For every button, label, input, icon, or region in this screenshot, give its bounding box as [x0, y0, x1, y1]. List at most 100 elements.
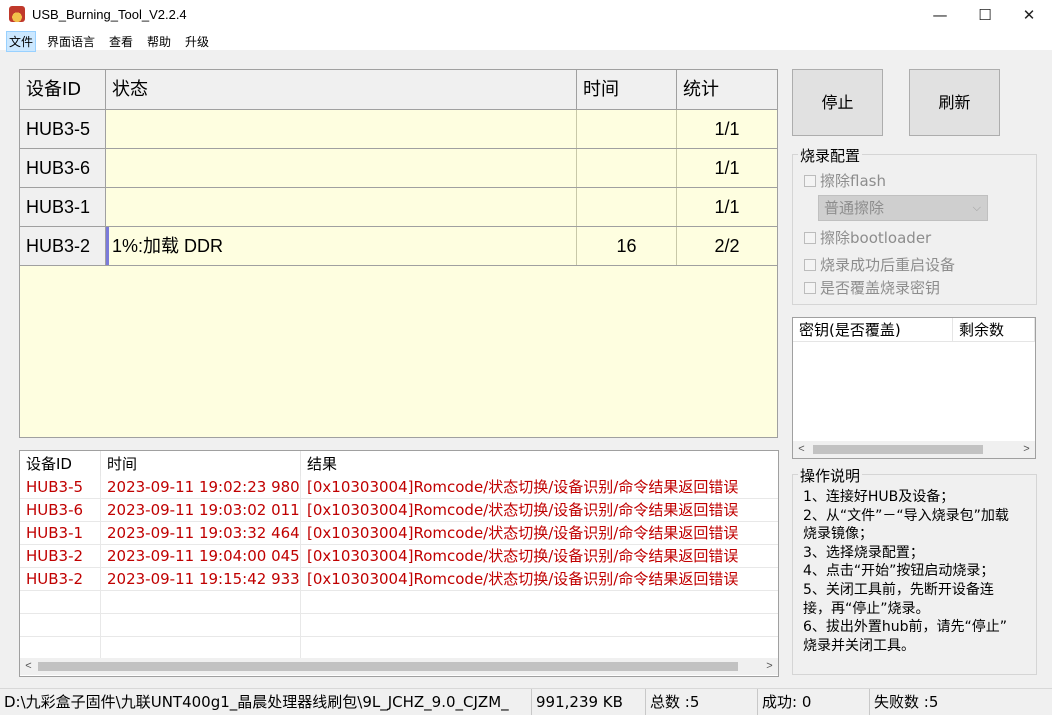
device-row[interactable]: HUB3-6 1/1 — [20, 149, 777, 188]
scroll-left-icon[interactable]: < — [20, 658, 37, 675]
burn-config-title: 烧录配置 — [798, 145, 863, 166]
instructions-text: 1、连接好HUB及设备； 2、从“文件”－“导入烧录包”加载 烧录镜像； 3、选… — [803, 488, 1035, 655]
log-empty-cell — [101, 637, 301, 659]
scroll-right-icon[interactable]: > — [1018, 441, 1035, 458]
menu-file[interactable]: 文件 — [6, 31, 37, 52]
log-col-time[interactable]: 时间 — [101, 451, 301, 476]
log-device-id: HUB3-6 — [20, 499, 101, 521]
instruction-line: 2、从“文件”－“导入烧录包”加载 — [803, 507, 1009, 524]
col-stat[interactable]: 统计 — [677, 70, 777, 110]
log-row[interactable]: HUB3-2 2023-09-11 19:15:42 933 [0x103030… — [20, 568, 778, 591]
close-button[interactable]: ✕ — [1006, 0, 1052, 30]
log-row-empty — [20, 614, 778, 637]
log-row[interactable]: HUB3-2 2023-09-11 19:04:00 045 [0x103030… — [20, 545, 778, 568]
device-stat: 1/1 — [714, 158, 740, 178]
checkbox-box[interactable] — [804, 282, 816, 294]
instruction-line: 4、点击“开始”按钮启动烧录； — [803, 563, 995, 580]
log-row[interactable]: HUB3-6 2023-09-11 19:03:02 011 [0x103030… — [20, 499, 778, 522]
device-stat: 2/2 — [714, 236, 740, 256]
log-device-id: HUB3-2 — [20, 568, 101, 590]
erase-flash-label: 擦除flash — [820, 172, 886, 190]
erase-bootloader-label: 擦除bootloader — [820, 229, 932, 247]
checkbox-box[interactable] — [804, 175, 816, 187]
device-stat: 1/1 — [714, 119, 740, 139]
device-id: HUB3-6 — [20, 149, 106, 187]
app-icon — [9, 6, 25, 22]
log-row-empty — [20, 637, 778, 660]
col-time[interactable]: 时间 — [577, 70, 677, 110]
status-bar: D:\九彩盒子固件\九联UNT400g1_晶晨处理器线刷包\9L_JCHZ_9.… — [0, 688, 1052, 715]
device-id: HUB3-1 — [20, 188, 106, 226]
erase-flash-checkbox[interactable]: 擦除flash — [804, 170, 886, 191]
log-empty-cell — [20, 637, 101, 659]
stop-button[interactable]: 停止 — [792, 69, 883, 136]
log-result: [0x10303004]Romcode/状态切换/设备识别/命令结果返回错误 — [307, 478, 739, 496]
instruction-line: 1、连接好HUB及设备； — [803, 489, 955, 505]
instruction-line: 3、选择烧录配置； — [803, 544, 924, 561]
scroll-right-icon[interactable]: > — [761, 658, 778, 675]
menu-help[interactable]: 帮助 — [145, 32, 173, 51]
device-row[interactable]: HUB3-5 1/1 — [20, 110, 777, 149]
instruction-line: 6、拔出外置hub前，请先“停止” — [803, 619, 1008, 636]
device-row[interactable]: HUB3-1 1/1 — [20, 188, 777, 227]
refresh-button[interactable]: 刷新 — [909, 69, 1000, 136]
device-row-selected[interactable]: HUB3-2 1%:加载 DDR 16 2/2 — [20, 227, 777, 266]
log-device-id: HUB3-5 — [20, 476, 101, 498]
log-result: [0x10303004]Romcode/状态切换/设备识别/命令结果返回错误 — [307, 547, 739, 565]
device-time: 16 — [577, 227, 677, 265]
package-size: 991,239 KB — [532, 689, 646, 715]
menu-language[interactable]: 界面语言 — [45, 32, 97, 51]
reboot-after-checkbox[interactable]: 烧录成功后重启设备 — [804, 254, 955, 275]
device-time — [577, 149, 677, 187]
minimize-button[interactable]: — — [917, 0, 963, 30]
reboot-after-label: 烧录成功后重启设备 — [820, 256, 956, 274]
log-empty-cell — [101, 591, 301, 613]
scroll-left-icon[interactable]: < — [793, 441, 810, 458]
col-key[interactable]: 密钥(是否覆盖) — [793, 318, 953, 342]
log-row[interactable]: HUB3-5 2023-09-11 19:02:23 980 [0x103030… — [20, 476, 778, 499]
device-time — [577, 188, 677, 226]
instruction-line: 接，再“停止”烧录。 — [803, 600, 930, 617]
overwrite-key-label: 是否覆盖烧录密钥 — [820, 279, 941, 297]
log-scrollbar[interactable]: < > — [20, 658, 778, 675]
col-status[interactable]: 状态 — [106, 70, 577, 110]
instructions-title: 操作说明 — [798, 465, 863, 486]
overwrite-key-checkbox[interactable]: 是否覆盖烧录密钥 — [804, 277, 940, 298]
device-stat: 1/1 — [714, 197, 740, 217]
log-result: [0x10303004]Romcode/状态切换/设备识别/命令结果返回错误 — [307, 524, 739, 542]
failed-count: 失败数 :5 — [874, 693, 939, 711]
package-path: D:\九彩盒子固件\九联UNT400g1_晶晨处理器线刷包\9L_JCHZ_9.… — [0, 689, 532, 715]
erase-bootloader-checkbox[interactable]: 擦除bootloader — [804, 227, 931, 248]
scroll-thumb[interactable] — [813, 445, 983, 454]
checkbox-box[interactable] — [804, 232, 816, 244]
instruction-line: 烧录并关闭工具。 — [803, 637, 915, 654]
device-status — [106, 149, 577, 187]
device-status — [106, 188, 577, 226]
col-remaining[interactable]: 剩余数 — [953, 318, 1035, 342]
log-result: [0x10303004]Romcode/状态切换/设备识别/命令结果返回错误 — [307, 570, 739, 588]
menu-view[interactable]: 查看 — [107, 32, 135, 51]
key-table[interactable]: 密钥(是否覆盖) 剩余数 < > — [792, 317, 1036, 459]
device-table[interactable]: 设备ID 状态 时间 统计 HUB3-5 1/1 HUB3-6 1/1 HUB3… — [19, 69, 778, 438]
log-col-result[interactable]: 结果 — [301, 451, 778, 476]
log-time: 2023-09-11 19:03:02 011 — [101, 499, 301, 521]
log-col-device-id[interactable]: 设备ID — [20, 451, 101, 476]
log-device-id: HUB3-1 — [20, 522, 101, 544]
log-device-id: HUB3-2 — [20, 545, 101, 567]
maximize-button[interactable]: ☐ — [962, 0, 1008, 30]
key-table-scrollbar[interactable]: < > — [793, 441, 1035, 458]
scroll-thumb[interactable] — [38, 662, 738, 671]
chevron-down-icon: ⌵ — [972, 201, 981, 214]
device-id: HUB3-5 — [20, 110, 106, 148]
log-time: 2023-09-11 19:15:42 933 — [101, 568, 301, 590]
menu-upgrade[interactable]: 升级 — [183, 32, 211, 51]
checkbox-box[interactable] — [804, 259, 816, 271]
col-device-id[interactable]: 设备ID — [20, 70, 106, 110]
log-row[interactable]: HUB3-1 2023-09-11 19:03:32 464 [0x103030… — [20, 522, 778, 545]
log-empty-cell — [20, 591, 101, 613]
log-result: [0x10303004]Romcode/状态切换/设备识别/命令结果返回错误 — [307, 501, 739, 519]
log-table[interactable]: 设备ID 时间 结果 HUB3-5 2023-09-11 19:02:23 98… — [19, 450, 779, 677]
device-table-header: 设备ID 状态 时间 统计 — [20, 70, 777, 110]
erase-mode-select[interactable]: 普通擦除 ⌵ — [818, 195, 988, 221]
erase-mode-value: 普通擦除 — [824, 199, 885, 217]
